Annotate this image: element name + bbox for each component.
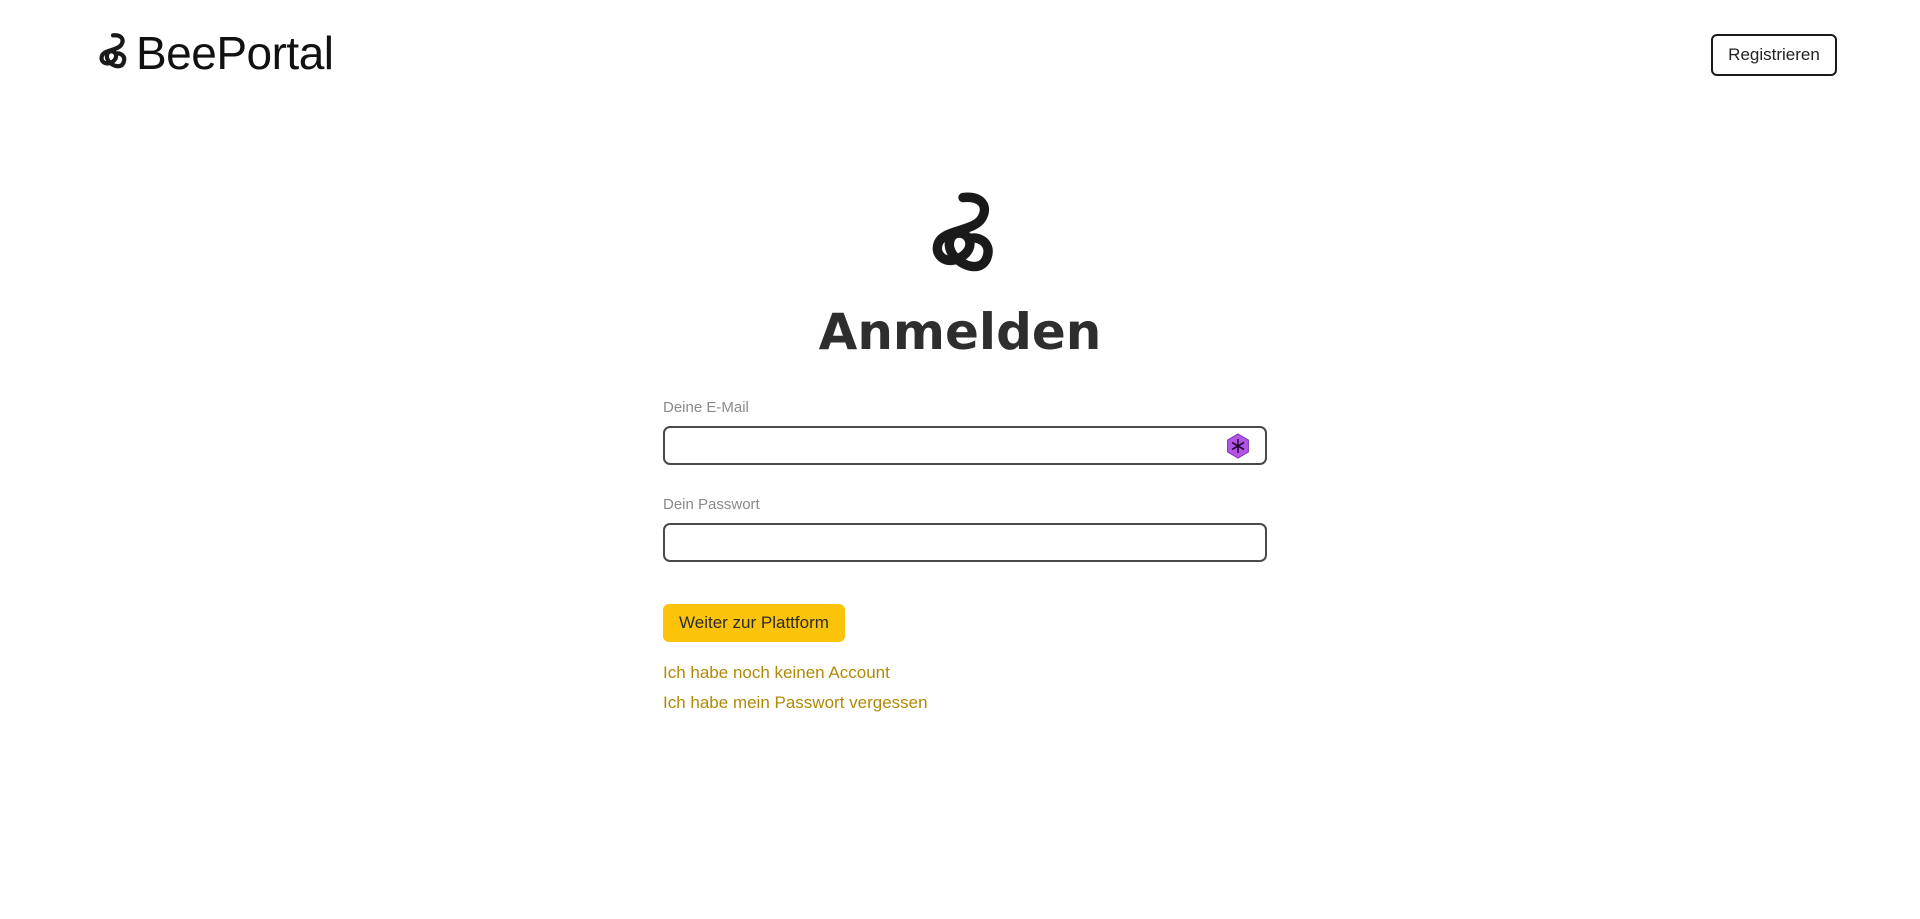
submit-button[interactable]: Weiter zur Plattform <box>663 604 845 642</box>
email-field[interactable] <box>663 426 1267 465</box>
register-button[interactable]: Registrieren <box>1711 34 1837 76</box>
auth-links: Ich habe noch keinen Account Ich habe me… <box>663 658 1267 718</box>
brand-name: BeePortal <box>136 27 334 79</box>
brand-logo[interactable]: BeePortal <box>96 28 334 78</box>
password-field[interactable] <box>663 523 1267 562</box>
email-label: Deine E-Mail <box>663 399 749 416</box>
bee-loop-logo-icon <box>99 33 127 69</box>
bee-loop-logo-icon <box>932 192 993 272</box>
hero-logo <box>925 190 1001 289</box>
site-header: BeePortal Registrieren <box>0 0 1920 110</box>
forgot-password-link[interactable]: Ich habe mein Passwort vergessen <box>663 688 1267 718</box>
password-label: Dein Passwort <box>663 496 760 513</box>
password-manager-icon[interactable] <box>1225 433 1251 459</box>
no-account-link[interactable]: Ich habe noch keinen Account <box>663 658 1267 688</box>
page-title: Anmelden <box>818 303 1102 361</box>
login-form: Deine E-Mail Dein Passwort Weiter zur Pl… <box>663 398 1267 718</box>
password-input-wrapper <box>663 523 1267 562</box>
email-input-wrapper <box>663 426 1267 465</box>
